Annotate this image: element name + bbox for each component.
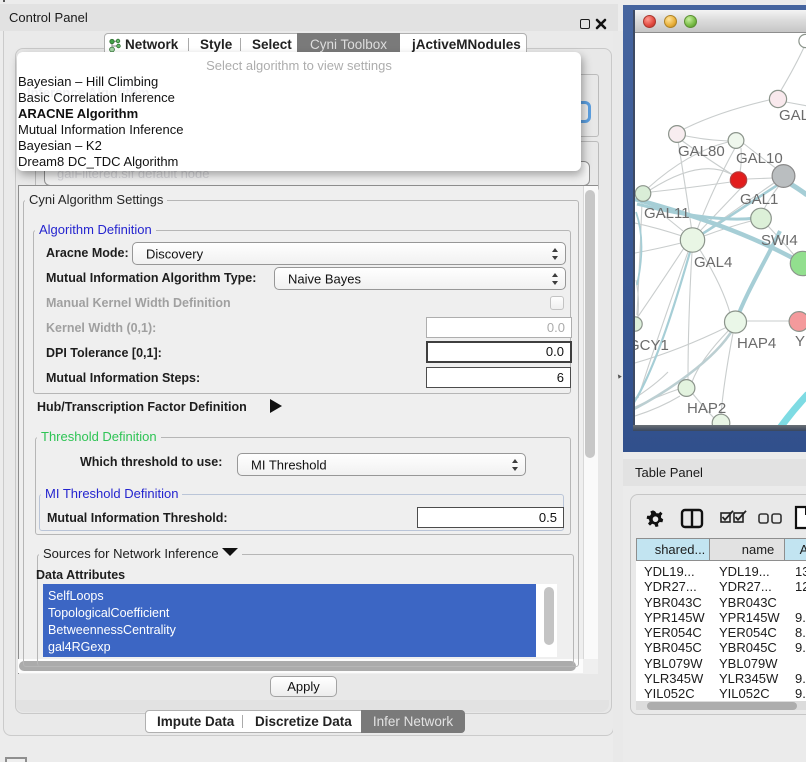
- svg-text:GAL: GAL: [779, 107, 806, 124]
- svg-text:GAL1: GAL1: [740, 191, 778, 208]
- svg-text:GAL11: GAL11: [644, 205, 690, 222]
- svg-text:GAL10: GAL10: [736, 150, 783, 167]
- svg-text:Y: Y: [795, 333, 805, 350]
- svg-text:GAL80: GAL80: [678, 143, 725, 160]
- svg-text:HAP2: HAP2: [687, 400, 726, 417]
- svg-text:GAL4: GAL4: [694, 254, 732, 271]
- svg-text:HAP4: HAP4: [737, 335, 776, 352]
- svg-text:SWI4: SWI4: [761, 232, 798, 249]
- svg-text:GCY1: GCY1: [635, 337, 669, 354]
